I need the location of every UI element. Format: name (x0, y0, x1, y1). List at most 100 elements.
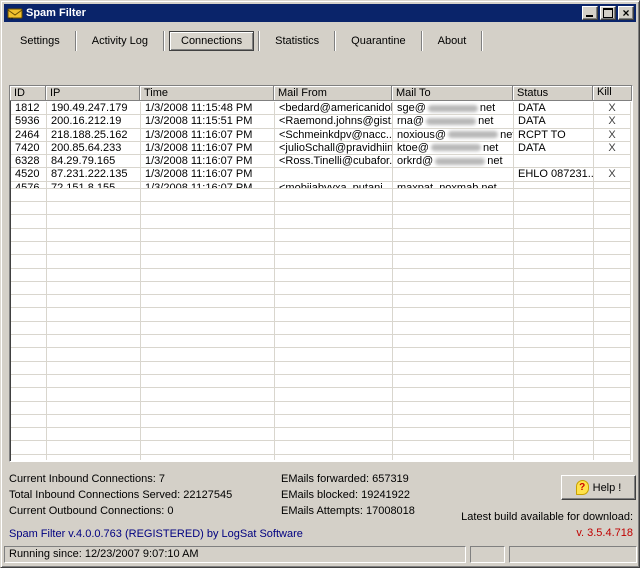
stat-total-inbound: Total Inbound Connections Served: 221275… (9, 489, 232, 501)
cell-kill[interactable] (594, 255, 631, 268)
cell-time (141, 215, 275, 228)
cell-id: 7420 (11, 142, 47, 155)
column-header-time[interactable]: Time (140, 86, 274, 101)
cell-kill[interactable] (594, 348, 631, 361)
cell-time: 1/3/2008 11:16:07 PM (141, 155, 275, 168)
cell-kill[interactable] (594, 215, 631, 228)
cell-time (141, 269, 275, 282)
cell-time (141, 441, 275, 454)
cell-kill[interactable] (594, 189, 631, 202)
cell-mail-from (275, 375, 393, 388)
column-header-kill[interactable]: Kill (593, 86, 632, 101)
close-button[interactable] (618, 6, 634, 20)
cell-mail-from (275, 242, 393, 255)
cell-kill[interactable]: X (594, 168, 631, 181)
stat-emails-blocked: EMails blocked: 19241922 (281, 489, 410, 501)
maximize-button[interactable] (600, 6, 616, 20)
cell-id (11, 308, 47, 321)
column-header-mail-to[interactable]: Mail To (392, 86, 513, 101)
cell-kill[interactable]: X (594, 129, 631, 142)
tab-quarantine[interactable]: Quarantine (340, 32, 416, 50)
cell-kill[interactable] (594, 295, 631, 308)
column-header-status[interactable]: Status (513, 86, 593, 101)
cell-id (11, 269, 47, 282)
table-row[interactable]: 452087.231.222.1351/3/2008 11:16:07 PMEH… (11, 168, 631, 181)
titlebar[interactable]: Spam Filter (4, 4, 636, 22)
cell-kill[interactable] (594, 229, 631, 242)
cell-time (141, 415, 275, 428)
cell-kill[interactable] (594, 335, 631, 348)
table-row[interactable]: 2464218.188.25.1621/3/2008 11:16:07 PM<S… (11, 129, 631, 142)
cell-kill[interactable] (594, 375, 631, 388)
stat-current-inbound: Current Inbound Connections: 7 (9, 473, 165, 485)
tab-activity-log[interactable]: Activity Log (81, 32, 159, 50)
cell-kill[interactable] (594, 388, 631, 401)
cell-id: 2464 (11, 129, 47, 142)
cell-id (11, 441, 47, 454)
cell-mail-to (393, 375, 514, 388)
cell-kill[interactable] (594, 202, 631, 215)
statusbar-running-since: Running since: 12/23/2007 9:07:10 AM (4, 546, 466, 563)
table-row (11, 428, 631, 441)
cell-time (141, 335, 275, 348)
cell-id (11, 362, 47, 375)
cell-mail-from: <julioSchall@pravidhiin... (275, 142, 393, 155)
cell-id (11, 402, 47, 415)
table-header: ID IP Time Mail From Mail To Status Kill (10, 86, 632, 101)
cell-id (11, 428, 47, 441)
cell-kill[interactable] (594, 322, 631, 335)
cell-status (514, 215, 594, 228)
table-row[interactable]: 632884.29.79.1651/3/2008 11:16:07 PM<Ros… (11, 155, 631, 168)
cell-ip (47, 428, 141, 441)
cell-status: RCPT TO (514, 129, 594, 142)
cell-kill[interactable] (594, 441, 631, 454)
column-header-id[interactable]: ID (10, 86, 46, 101)
cell-status (514, 255, 594, 268)
tab-about[interactable]: About (427, 32, 478, 50)
cell-kill[interactable] (594, 242, 631, 255)
cell-kill[interactable]: X (594, 102, 631, 115)
cell-kill[interactable] (594, 415, 631, 428)
tab-connections[interactable]: Connections (169, 31, 254, 51)
cell-kill[interactable] (594, 182, 631, 189)
tab-settings[interactable]: Settings (9, 32, 71, 50)
cell-mail-from (275, 415, 393, 428)
cell-kill[interactable]: X (594, 115, 631, 128)
cell-kill[interactable] (594, 402, 631, 415)
cell-mail-to: maxpat_noxmab.net (393, 182, 514, 189)
app-window: Spam Filter Settings Activity Log Connec… (0, 0, 640, 568)
column-header-ip[interactable]: IP (46, 86, 140, 101)
latest-build-version: v. 3.5.4.718 (576, 527, 633, 539)
envelope-icon[interactable] (7, 7, 23, 20)
cell-kill[interactable] (594, 428, 631, 441)
cell-kill[interactable] (594, 362, 631, 375)
help-button-label: Help ! (593, 482, 622, 494)
table-row (11, 402, 631, 415)
cell-kill[interactable] (594, 308, 631, 321)
cell-id (11, 388, 47, 401)
help-button[interactable]: ? Help ! (561, 475, 636, 500)
column-header-mail-from[interactable]: Mail From (274, 86, 392, 101)
cell-mail-to (393, 269, 514, 282)
tab-statistics[interactable]: Statistics (264, 32, 330, 50)
cell-mail-to (393, 348, 514, 361)
cell-kill[interactable] (594, 155, 631, 168)
cell-kill[interactable]: X (594, 142, 631, 155)
table-body[interactable]: 1812190.49.247.1791/3/2008 11:15:48 PM<b… (11, 102, 631, 460)
tab-separator (258, 31, 260, 51)
cell-kill[interactable] (594, 282, 631, 295)
table-row (11, 282, 631, 295)
table-row[interactable]: 1812190.49.247.1791/3/2008 11:15:48 PM<b… (11, 102, 631, 115)
table-row[interactable]: 457672.151.8.1551/3/2008 11:16:07 PM<mob… (11, 182, 631, 189)
cell-kill[interactable] (594, 269, 631, 282)
cell-kill[interactable] (594, 455, 631, 460)
cell-mail-to (393, 455, 514, 460)
connections-table[interactable]: ID IP Time Mail From Mail To Status Kill… (9, 85, 633, 462)
registration-text: Spam Filter v.4.0.0.763 (REGISTERED) by … (9, 528, 303, 540)
cell-ip (47, 388, 141, 401)
minimize-button[interactable] (582, 6, 598, 20)
table-row[interactable]: 7420200.85.64.2331/3/2008 11:16:07 PM<ju… (11, 142, 631, 155)
statusbar-panel-2 (470, 546, 505, 563)
redacted-text (426, 118, 476, 125)
table-row[interactable]: 5936200.16.212.191/3/2008 11:15:51 PM<Ra… (11, 115, 631, 128)
